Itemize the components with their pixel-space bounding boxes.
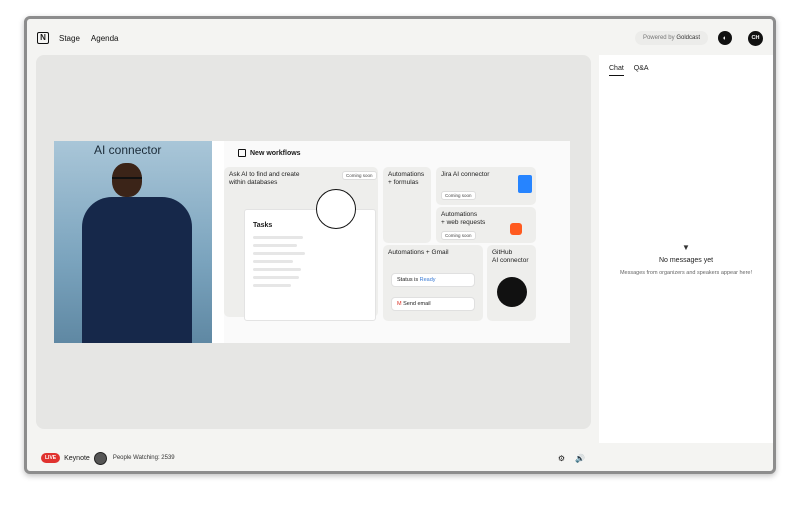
logo-icon[interactable]: N: [37, 32, 49, 44]
task-row: [253, 260, 293, 263]
chat-panel: Chat Q&A ▼ No messages yet Messages from…: [599, 55, 773, 443]
task-row: [253, 252, 305, 255]
card-github-title: GitHub AI connector: [492, 249, 529, 264]
task-row: [253, 276, 299, 279]
top-bar: N Stage Agenda Powered by Goldcast ◐ CH: [27, 19, 773, 57]
card-github: GitHub AI connector: [487, 245, 536, 321]
task-row: [253, 244, 297, 247]
card-automations-gmail-title: Automations + Gmail: [388, 249, 449, 256]
card-ask-ai-title: Ask AI to find and create within databas…: [229, 171, 300, 186]
app-window: N Stage Agenda Powered by Goldcast ◐ CH …: [24, 16, 776, 474]
slide-header: New workflows: [238, 149, 301, 157]
speaker-body: [82, 197, 192, 343]
chat-tabs: Chat Q&A: [609, 65, 649, 76]
people-watching: People Watching: 2539: [112, 455, 175, 461]
filter-icon: ▼: [682, 243, 690, 252]
card-ask-ai: Ask AI to find and create within databas…: [224, 167, 378, 321]
task-row: [253, 268, 301, 271]
status-box: Status is Ready: [391, 273, 475, 287]
send-email-label: Send email: [403, 301, 431, 307]
tasks-panel: Tasks: [244, 209, 376, 321]
player-controls: ⚙ 🔊: [558, 454, 585, 463]
bottom-bar: LIVE Keynote People Watching: 2539 ⚙ 🔊: [27, 443, 773, 471]
coming-soon-pill: Coming soon: [342, 171, 377, 180]
slide-header-text: New workflows: [250, 149, 301, 157]
card-automations-web: Automations + web requests Coming soon: [436, 207, 536, 243]
card-automations-gmail: Automations + Gmail Status is Ready M Se…: [383, 245, 483, 321]
empty-title: No messages yet: [658, 257, 714, 264]
status-label: Status is: [397, 277, 419, 283]
tab-qa[interactable]: Q&A: [634, 65, 649, 76]
video-player[interactable]: AI connector New workflows Ask AI to fin…: [54, 141, 570, 343]
presentation-slide: New workflows Ask AI to find and create …: [224, 141, 570, 343]
user-avatar[interactable]: CH: [748, 30, 763, 46]
top-right-controls: Powered by Goldcast ◐ CH: [634, 30, 763, 46]
github-logo-icon: [497, 277, 527, 307]
live-badge: LIVE: [41, 453, 61, 463]
watcher-avatar: [93, 451, 107, 465]
card-automations-web-title: Automations + web requests: [441, 211, 486, 226]
jira-logo-icon: [518, 175, 532, 193]
powered-by-label: Powered by: [642, 35, 675, 41]
card-automations-formulas: Automations + formulas: [383, 167, 431, 243]
face-illustration-icon: [316, 189, 356, 229]
speaker-glasses: [112, 177, 142, 182]
card-jira: Jira AI connector Coming soon: [436, 167, 536, 205]
stage-area: AI connector New workflows Ask AI to fin…: [36, 55, 591, 429]
powered-by-brand: Goldcast: [676, 35, 700, 41]
speaker-overlay-title: AI connector: [94, 143, 162, 157]
session-name: Keynote: [64, 454, 90, 462]
settings-icon[interactable]: ⚙: [558, 454, 565, 463]
speaker-feed: AI connector: [54, 141, 212, 343]
card-automations-formulas-title: Automations + formulas: [388, 171, 425, 186]
card-jira-title: Jira AI connector: [441, 171, 490, 178]
slide-logo-icon: [238, 149, 246, 157]
powered-by-badge[interactable]: Powered by Goldcast: [634, 31, 708, 45]
webhook-logo-icon: [510, 223, 522, 235]
volume-icon[interactable]: 🔊: [575, 454, 585, 463]
tab-chat[interactable]: Chat: [609, 65, 624, 76]
gmail-icon: M: [397, 301, 402, 307]
empty-state: ▼ No messages yet Messages from organize…: [599, 243, 773, 276]
task-row: [253, 236, 303, 239]
send-email-box: M Send email: [391, 297, 475, 311]
coming-soon-pill: Coming soon: [441, 231, 476, 240]
coming-soon-pill: Coming soon: [441, 191, 476, 200]
status-value: Ready: [419, 277, 436, 283]
nav-stage[interactable]: Stage: [59, 34, 80, 43]
tasks-title: Tasks: [253, 222, 273, 229]
task-row: [253, 284, 291, 287]
nav-agenda[interactable]: Agenda: [91, 34, 119, 43]
empty-subtitle: Messages from organizers and speakers ap…: [619, 270, 753, 276]
theme-icon[interactable]: ◐: [718, 31, 732, 45]
